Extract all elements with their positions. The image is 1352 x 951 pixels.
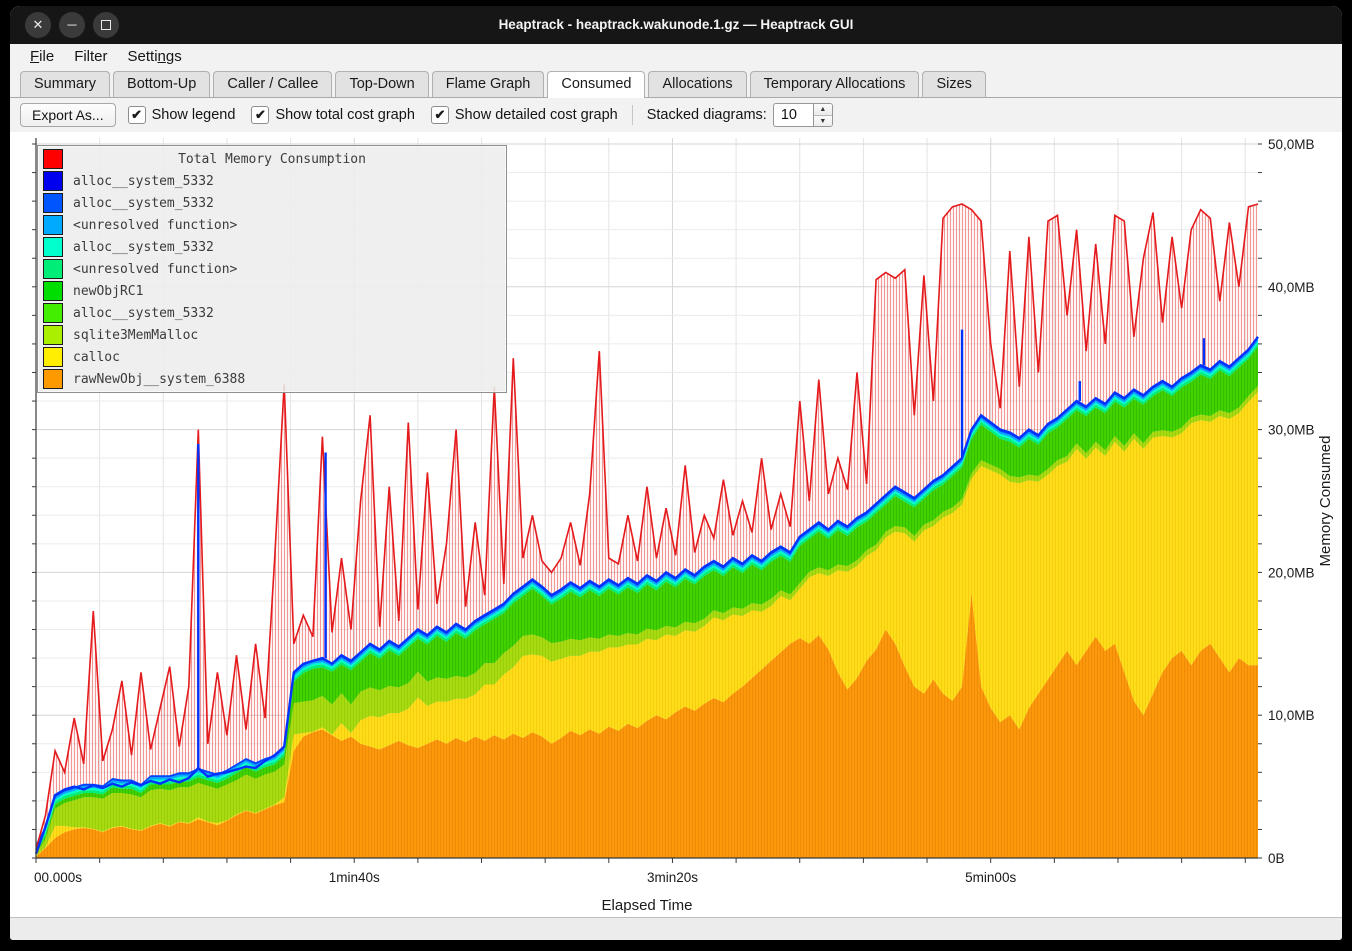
- stacked-diagrams-label: Stacked diagrams:: [647, 107, 767, 123]
- menu-item-filter[interactable]: Filter: [64, 47, 117, 66]
- stacked-diagrams-value[interactable]: 10: [773, 103, 813, 127]
- legend-swatch: [43, 193, 63, 213]
- tab-summary[interactable]: Summary: [20, 71, 110, 97]
- legend-swatch: [43, 259, 63, 279]
- legend-label: calloc: [73, 350, 120, 365]
- tab-allocations[interactable]: Allocations: [648, 71, 746, 97]
- menu-item-file[interactable]: File: [20, 47, 64, 66]
- checkbox-label: Show detailed cost graph: [455, 107, 618, 123]
- y-axis-title: Memory Consumed: [1317, 436, 1334, 567]
- menu-bar: FileFilterSettings: [10, 44, 1342, 68]
- y-tick-label: 40,0MB: [1268, 280, 1315, 295]
- legend-swatch: [43, 303, 63, 323]
- legend-swatch: [43, 171, 63, 191]
- chart-legend: Total Memory Consumption alloc__system_53…: [37, 145, 507, 393]
- title-bar: ✕ ─ Heaptrack - heaptrack.wakunode.1.gz …: [10, 6, 1342, 44]
- legend-label: alloc__system_5332: [73, 174, 214, 189]
- legend-swatch: [43, 325, 63, 345]
- tab-consumed[interactable]: Consumed: [547, 71, 645, 98]
- y-tick-label: 50,0MB: [1268, 137, 1315, 152]
- status-bar: [10, 917, 1342, 940]
- legend-row: <unresolved function>: [38, 214, 506, 236]
- app-window: ✕ ─ Heaptrack - heaptrack.wakunode.1.gz …: [10, 6, 1342, 940]
- maximize-icon: [101, 20, 111, 30]
- toolbar-separator: [632, 105, 633, 125]
- spinner-down-button[interactable]: ▼: [814, 116, 832, 127]
- tab-bottom-up[interactable]: Bottom-Up: [113, 71, 210, 97]
- legend-label: rawNewObj__system_6388: [73, 372, 245, 387]
- legend-row: newObjRC1: [38, 280, 506, 302]
- checkmark-icon: ✔: [431, 106, 449, 124]
- close-icon: ✕: [33, 17, 44, 32]
- legend-row: <unresolved function>: [38, 258, 506, 280]
- tab-sizes[interactable]: Sizes: [922, 71, 985, 97]
- legend-row: alloc__system_5332: [38, 170, 506, 192]
- legend-label: newObjRC1: [73, 284, 143, 299]
- legend-swatch: [43, 281, 63, 301]
- y-tick-label: 30,0MB: [1268, 423, 1315, 438]
- export-as-button[interactable]: Export As...: [20, 103, 116, 127]
- checkbox-show-detailed-cost-graph[interactable]: ✔ Show detailed cost graph: [431, 106, 618, 124]
- x-tick-label: 00.000s: [34, 870, 82, 885]
- legend-label: <unresolved function>: [73, 218, 237, 233]
- x-axis-title: Elapsed Time: [602, 897, 693, 914]
- chevron-down-icon: ▼: [819, 118, 826, 125]
- y-tick-label: 10,0MB: [1268, 708, 1315, 723]
- legend-label: <unresolved function>: [73, 262, 237, 277]
- stacked-diagrams-spinner[interactable]: 10 ▲ ▼: [773, 103, 833, 127]
- legend-swatch: [43, 347, 63, 367]
- checkbox-show-total-cost-graph[interactable]: ✔ Show total cost graph: [251, 106, 414, 124]
- legend-row: alloc__system_5332: [38, 192, 506, 214]
- window-title: Heaptrack - heaptrack.wakunode.1.gz — He…: [10, 6, 1342, 44]
- menu-item-settings[interactable]: Settings: [118, 47, 192, 66]
- checkbox-label: Show legend: [152, 107, 236, 123]
- close-button[interactable]: ✕: [25, 12, 51, 38]
- legend-row: alloc__system_5332: [38, 302, 506, 324]
- checkmark-icon: ✔: [251, 106, 269, 124]
- toolbar: Export As... ✔ Show legend ✔ Show total cos…: [10, 98, 1342, 132]
- legend-label: alloc__system_5332: [73, 306, 214, 321]
- legend-label: alloc__system_5332: [73, 196, 214, 211]
- tab-flame-graph[interactable]: Flame Graph: [432, 71, 545, 97]
- minimize-icon: ─: [67, 17, 76, 32]
- checkbox-label: Show total cost graph: [275, 107, 414, 123]
- legend-row: sqlite3MemMalloc: [38, 324, 506, 346]
- legend-row: Total Memory Consumption: [38, 148, 506, 170]
- legend-row: calloc: [38, 346, 506, 368]
- spinner-up-button[interactable]: ▲: [814, 104, 832, 116]
- tab-top-down[interactable]: Top-Down: [335, 71, 428, 97]
- chevron-up-icon: ▲: [819, 106, 826, 113]
- x-tick-label: 3min20s: [647, 870, 698, 885]
- legend-row: rawNewObj__system_6388: [38, 368, 506, 390]
- minimize-button[interactable]: ─: [59, 12, 85, 38]
- legend-swatch: [43, 215, 63, 235]
- y-tick-label: 20,0MB: [1268, 565, 1315, 580]
- checkbox-show-legend[interactable]: ✔ Show legend: [128, 106, 236, 124]
- x-tick-label: 5min00s: [965, 870, 1016, 885]
- legend-swatch: [43, 237, 63, 257]
- legend-row: alloc__system_5332: [38, 236, 506, 258]
- maximize-button[interactable]: [93, 12, 119, 38]
- legend-label: sqlite3MemMalloc: [73, 328, 198, 343]
- tab-temporary-allocations[interactable]: Temporary Allocations: [750, 71, 920, 97]
- tab-caller-callee[interactable]: Caller / Callee: [213, 71, 332, 97]
- consumed-chart-panel: 00.000s 1min40s 3min20s 5min00s 0B 10,0MB 20,0…: [10, 132, 1342, 917]
- legend-title: Total Memory Consumption: [38, 152, 506, 167]
- checkmark-icon: ✔: [128, 106, 146, 124]
- legend-label: alloc__system_5332: [73, 240, 214, 255]
- y-tick-label: 0B: [1268, 851, 1285, 866]
- x-tick-label: 1min40s: [329, 870, 380, 885]
- tab-bar: SummaryBottom-UpCaller / CalleeTop-DownF…: [10, 68, 1342, 98]
- legend-swatch: [43, 369, 63, 389]
